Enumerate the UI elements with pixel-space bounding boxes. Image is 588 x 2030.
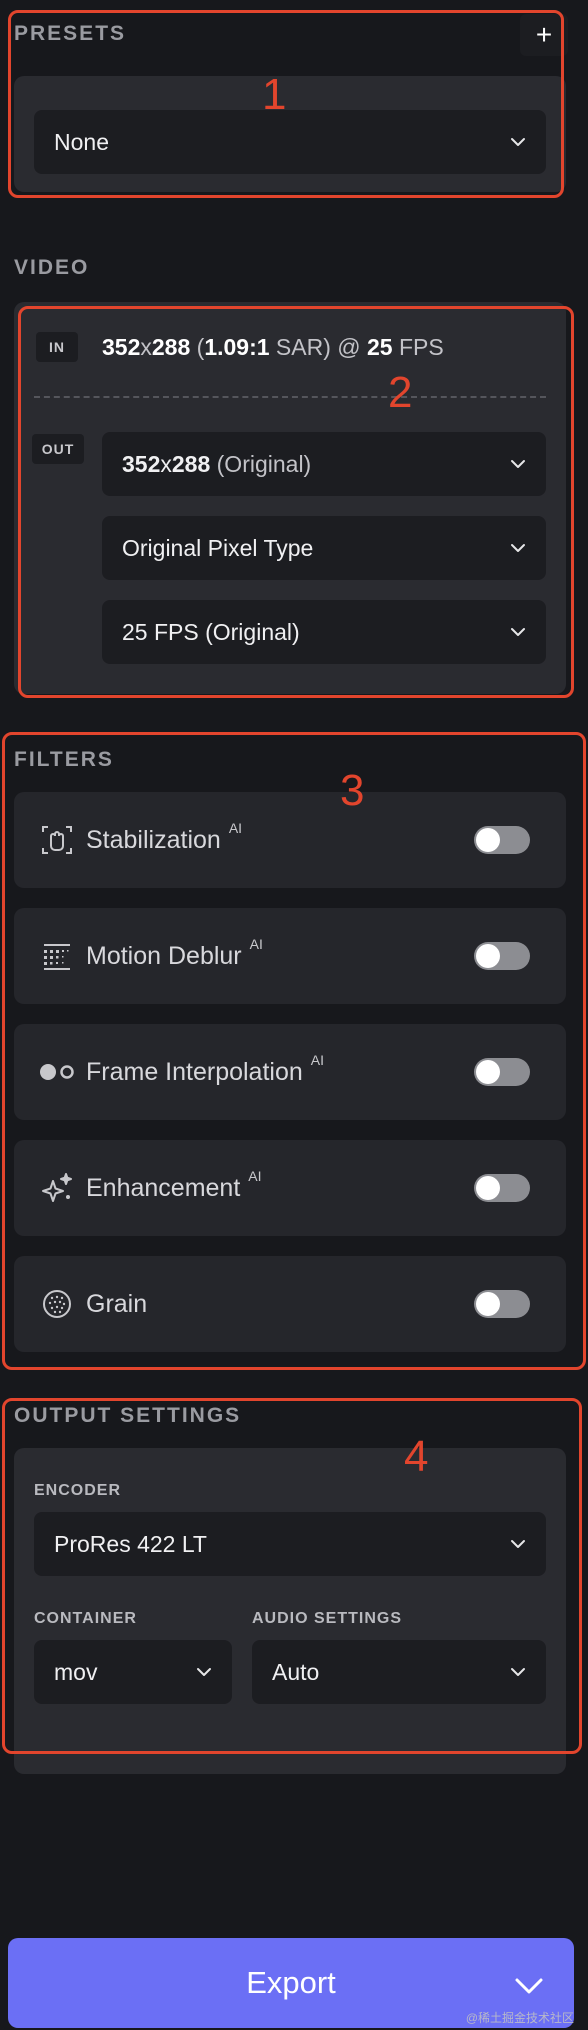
motion-deblur-icon [38, 937, 76, 975]
frame-interpolation-toggle[interactable] [474, 1058, 530, 1086]
audio-settings-select[interactable]: Auto [252, 1640, 546, 1704]
video-title: VIDEO [14, 256, 90, 279]
chevron-down-icon [510, 540, 526, 556]
audio-settings-value: Auto [272, 1658, 320, 1685]
output-settings-title: OUTPUT SETTINGS [14, 1404, 242, 1427]
chevron-down-icon [510, 456, 526, 472]
annotation-number-3: 3 [340, 766, 365, 815]
encoder-value: ProRes 422 LT [54, 1530, 207, 1557]
container-select[interactable]: mov [34, 1640, 232, 1704]
chevron-down-icon [510, 1664, 526, 1680]
frame-interpolation-icon [38, 1053, 76, 1091]
filter-motion-deblur: Motion Deblur AI [14, 908, 566, 1004]
filter-name: Enhancement [86, 1173, 241, 1202]
ai-label: AI [228, 820, 243, 836]
chevron-down-icon [510, 1536, 526, 1552]
plus-icon: + [535, 19, 553, 50]
input-resolution: 352x288 (1.09:1 SAR) @ 25 FPS [102, 334, 444, 360]
output-height: 288 [171, 450, 211, 477]
motion-deblur-toggle[interactable] [474, 942, 530, 970]
filter-name: Frame Interpolation [86, 1057, 303, 1086]
annotation-number-1: 1 [262, 70, 287, 119]
annotation-number-4: 4 [404, 1432, 429, 1481]
sar-value: 1.09:1 [204, 334, 270, 360]
input-width: 352 [102, 334, 141, 360]
filter-enhancement: Enhancement AI [14, 1140, 566, 1236]
filter-name: Stabilization [86, 825, 221, 854]
presets-title: PRESETS [14, 22, 127, 45]
export-label: Export [246, 1965, 336, 2000]
enhancement-toggle[interactable] [474, 1174, 530, 1202]
divider [34, 396, 546, 398]
filter-grain: Grain [14, 1256, 566, 1352]
stabilization-icon [38, 821, 76, 859]
frame-rate-value: 25 FPS (Original) [122, 618, 300, 645]
filter-stabilization: Stabilization AI [14, 792, 566, 888]
settings-sidebar: PRESETS + None VIDEO IN 352x288 (1.09:1 … [0, 0, 588, 2030]
output-width: 352 [122, 450, 161, 477]
grain-toggle[interactable] [474, 1290, 530, 1318]
annotation-number-2: 2 [388, 368, 413, 417]
filter-name: Motion Deblur [86, 941, 242, 970]
chevron-down-icon [196, 1664, 212, 1680]
filters-title: FILTERS [14, 748, 114, 771]
container-label: CONTAINER [34, 1610, 137, 1627]
encoder-label: ENCODER [34, 1482, 122, 1499]
filter-name: Grain [86, 1289, 148, 1318]
ai-label: AI [248, 1168, 262, 1184]
chevron-down-icon [510, 134, 526, 150]
ai-label: AI [310, 1052, 325, 1068]
input-fps: 25 [367, 334, 393, 360]
grain-icon [38, 1285, 76, 1323]
enhancement-icon [38, 1169, 76, 1207]
ai-label: AI [249, 936, 263, 952]
pixel-type-value: Original Pixel Type [122, 534, 314, 561]
stabilization-toggle[interactable] [474, 826, 530, 854]
preset-select-value: None [54, 128, 109, 155]
watermark: @稀土掘金技术社区 [465, 2011, 574, 2025]
preset-select[interactable]: None [34, 110, 546, 174]
frame-rate-select[interactable]: 25 FPS (Original) [102, 600, 546, 664]
chevron-down-icon [510, 624, 526, 640]
chevron-down-icon[interactable] [514, 1968, 544, 2004]
output-resolution-select[interactable]: 352x288 (Original) [102, 432, 546, 496]
filter-frame-interpolation: Frame Interpolation AI [14, 1024, 566, 1120]
in-badge: IN [36, 332, 78, 362]
container-value: mov [54, 1658, 98, 1685]
input-height: 288 [151, 334, 191, 360]
audio-settings-label: AUDIO SETTINGS [252, 1610, 403, 1627]
encoder-select[interactable]: ProRes 422 LT [34, 1512, 546, 1576]
out-badge: OUT [32, 434, 84, 464]
add-preset-button[interactable]: + [520, 14, 568, 56]
pixel-type-select[interactable]: Original Pixel Type [102, 516, 546, 580]
